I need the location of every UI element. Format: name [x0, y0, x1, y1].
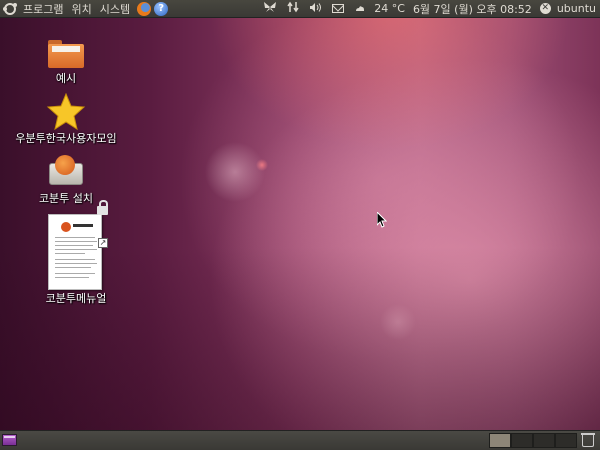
butterfly-icon[interactable] [258, 1, 282, 16]
bottom-panel [0, 430, 600, 450]
desktop-icon-label: 우분투한국사용자모임 [15, 132, 117, 145]
document-icon [48, 214, 102, 290]
desktop-icon-label: 코분투 설치 [38, 192, 94, 205]
mouse-cursor-icon [377, 212, 387, 228]
workspace-2[interactable] [511, 433, 533, 448]
workspace-3[interactable] [533, 433, 555, 448]
menu-places[interactable]: 위치 [67, 1, 95, 17]
trash-icon[interactable] [581, 433, 595, 447]
help-icon[interactable]: ? [154, 1, 169, 16]
desktop-icon-label: 예시 [55, 72, 77, 85]
symlink-arrow-icon: ↗ [98, 238, 108, 248]
star-icon [46, 93, 86, 131]
folder-icon [48, 40, 84, 68]
desktop-icon-label: 코분투메뉴얼 [45, 292, 107, 305]
weather-temperature[interactable]: 24 °C [370, 2, 409, 15]
volume-icon[interactable] [304, 2, 327, 16]
workspace-4[interactable] [555, 433, 577, 448]
show-desktop-icon[interactable] [2, 434, 17, 446]
workspace-1[interactable] [489, 433, 511, 448]
network-icon[interactable] [282, 1, 304, 16]
firefox-icon[interactable] [137, 1, 152, 16]
workspace-switcher[interactable] [489, 433, 577, 448]
top-panel: 프로그램 위치 시스템 ? 24 °C 6월 7일 (월) 오후 08:52 ✕… [0, 0, 600, 18]
ubuntu-logo-icon[interactable] [3, 2, 17, 15]
lock-icon [97, 200, 108, 215]
mail-icon[interactable] [332, 4, 345, 13]
menu-system[interactable]: 시스템 [96, 1, 134, 17]
weather-icon[interactable] [349, 2, 370, 16]
menu-applications[interactable]: 프로그램 [19, 1, 67, 17]
clock[interactable]: 6월 7일 (월) 오후 08:52 [409, 1, 536, 17]
session-icon[interactable]: ✕ [539, 3, 551, 14]
system-tray: 24 °C 6월 7일 (월) 오후 08:52 ✕ ubuntu [258, 0, 600, 17]
installer-icon [47, 153, 85, 187]
user-name[interactable]: ubuntu [553, 2, 600, 15]
